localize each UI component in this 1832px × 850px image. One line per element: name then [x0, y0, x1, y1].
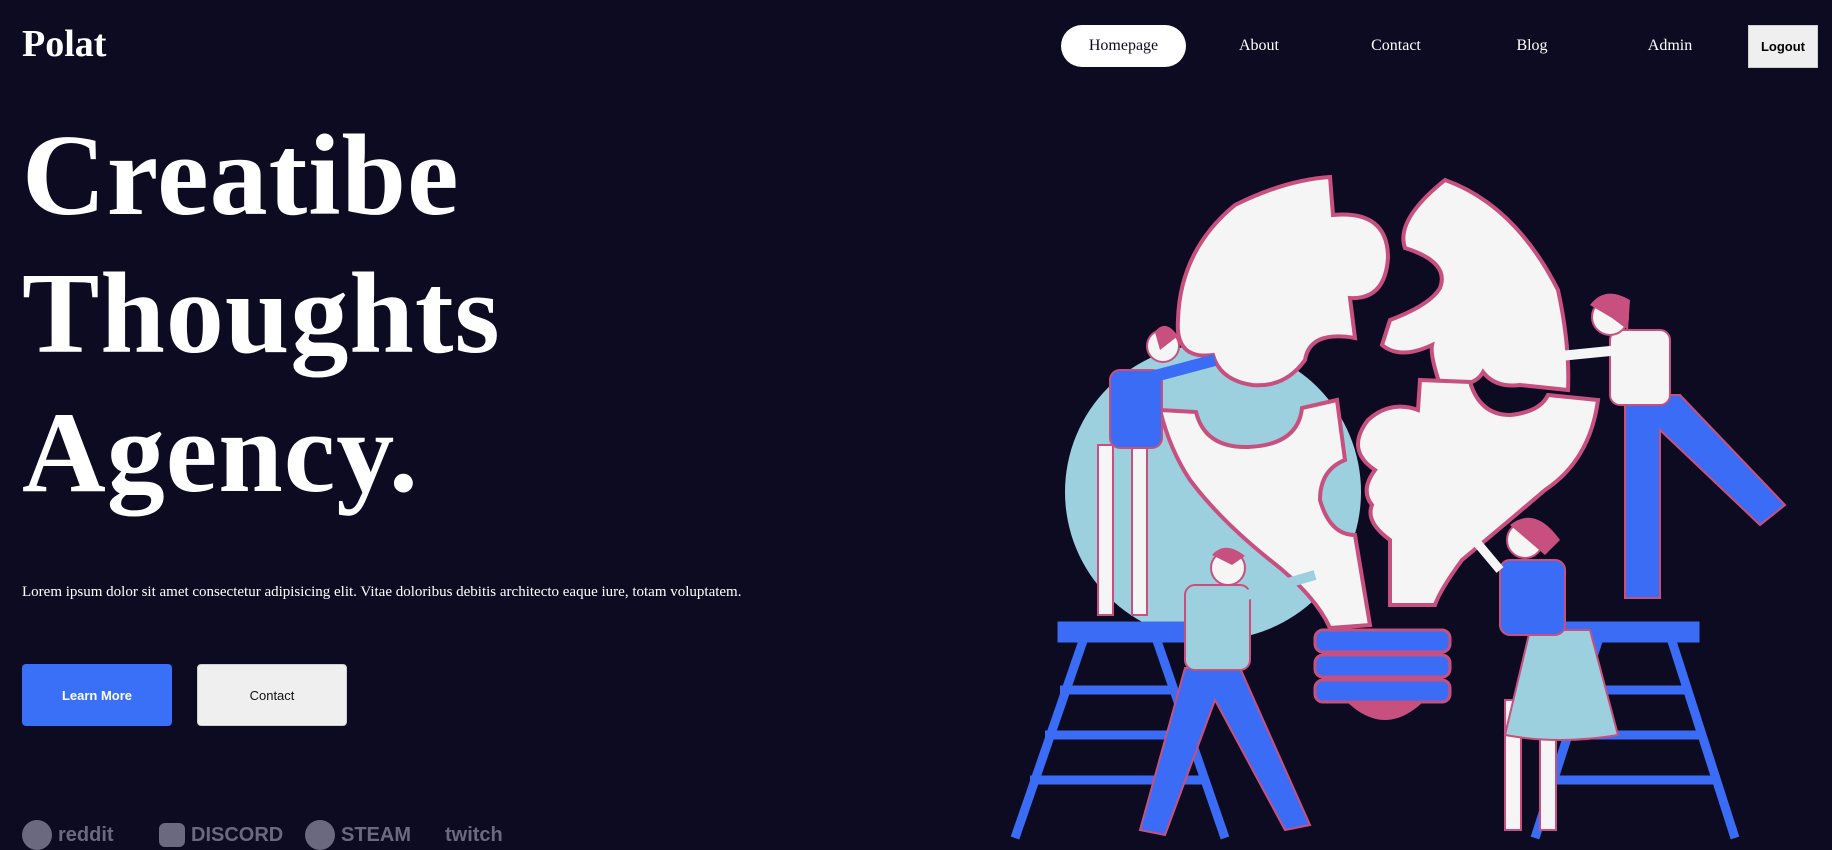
nav-item-contact[interactable]: Contact: [1333, 25, 1459, 67]
hero-description: Lorem ipsum dolor sit amet consectetur a…: [22, 584, 742, 600]
twitch-icon: twitch: [445, 823, 503, 846]
reddit-icon: [22, 820, 52, 850]
partner-reddit-label: reddit: [58, 823, 114, 846]
nav-item-about[interactable]: About: [1196, 25, 1322, 67]
partner-logos: reddit DISCORD STEAM twitch: [22, 820, 503, 850]
puzzle-piece-top-left: [1175, 174, 1391, 388]
nav-item-homepage[interactable]: Homepage: [1061, 25, 1186, 67]
partner-twitch: twitch: [445, 824, 503, 847]
nav-item-admin[interactable]: Admin: [1605, 25, 1735, 67]
hero-line-2: Thoughts: [22, 250, 501, 378]
partner-discord-label: DISCORD: [191, 823, 284, 846]
hero-line-1: Creatibe: [22, 112, 460, 240]
hero-line-3: Agency.: [22, 389, 419, 517]
contact-button[interactable]: Contact: [197, 664, 347, 726]
partner-steam: STEAM: [305, 820, 445, 850]
logout-button[interactable]: Logout: [1748, 25, 1818, 68]
learn-more-button[interactable]: Learn More: [22, 664, 172, 726]
partner-reddit: reddit: [22, 820, 159, 850]
steam-icon: [305, 820, 335, 850]
site-logo[interactable]: Polat: [22, 22, 106, 66]
partner-discord: DISCORD: [159, 823, 305, 847]
discord-icon: [159, 823, 185, 847]
puzzle-team-illustration: [1010, 174, 1787, 840]
main-nav: Homepage About Contact Blog Admin: [1061, 25, 1735, 67]
partner-steam-label: STEAM: [341, 823, 411, 846]
nav-item-blog[interactable]: Blog: [1469, 25, 1595, 67]
bulb-base: [1313, 628, 1452, 720]
